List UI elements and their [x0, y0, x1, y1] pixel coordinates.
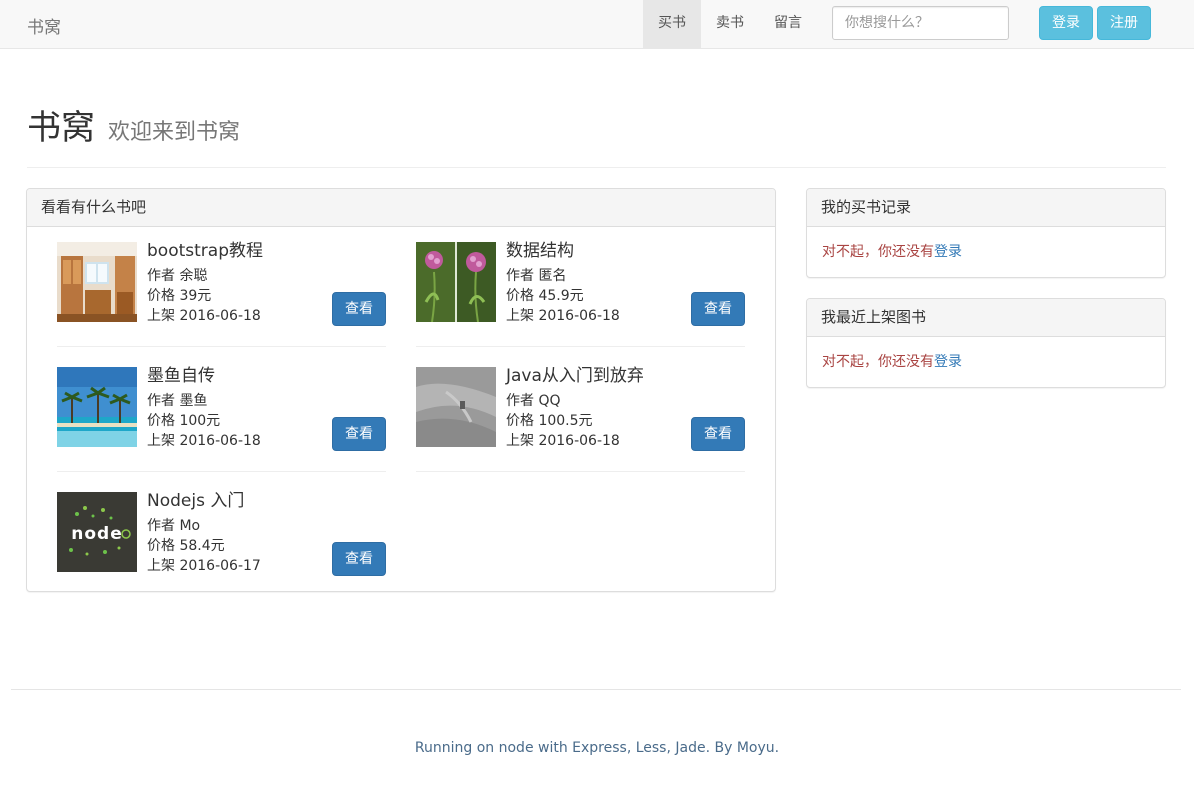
register-button[interactable]: 注册	[1097, 6, 1151, 40]
book-author: 作者 墨鱼	[147, 393, 208, 409]
purchase-records-heading: 我的买书记录	[807, 189, 1165, 227]
nav-item-buy[interactable]: 买书	[643, 0, 701, 48]
purchase-records-panel: 我的买书记录 对不起，你还没有登录	[806, 188, 1166, 278]
view-button[interactable]: 查看	[332, 417, 386, 451]
book-price: 价格 58.4元	[147, 538, 225, 554]
book-item: bootstrap教程 作者 余聪 价格 39元 上架 2016-06-18 查…	[57, 240, 386, 347]
book-item: Java从入门到放弃 作者 QQ 价格 100.5元 上架 2016-06-18…	[416, 365, 745, 472]
book-price: 价格 45.9元	[506, 288, 584, 304]
login-link[interactable]: 登录	[934, 354, 962, 370]
book-date: 上架 2016-06-18	[506, 433, 620, 449]
book-date: 上架 2016-06-18	[147, 433, 261, 449]
view-button[interactable]: 查看	[332, 292, 386, 326]
book-author: 作者 余聪	[147, 268, 208, 284]
login-link[interactable]: 登录	[934, 244, 962, 260]
books-panel: 看看有什么书吧 bootstrap教程 作者 余聪 价格 39元 上架 2016…	[26, 188, 776, 592]
footer-text: Running on node with Express, Less, Jade…	[414, 740, 780, 756]
book-price: 价格 39元	[147, 288, 212, 304]
book-thumbnail[interactable]	[416, 242, 496, 322]
nav-item-sell[interactable]: 卖书	[701, 0, 759, 48]
page-subtitle: 欢迎来到书窝	[108, 120, 241, 145]
book-price: 价格 100元	[147, 413, 221, 429]
recent-listings-panel: 我最近上架图书 对不起，你还没有登录	[806, 298, 1166, 388]
book-thumbnail[interactable]: node	[57, 492, 137, 572]
not-logged-in-text: 对不起，你还没有	[822, 244, 934, 260]
brand-logo[interactable]: 书窝	[27, 13, 61, 38]
recent-listings-message: 对不起，你还没有登录	[807, 337, 1165, 387]
book-title[interactable]: bootstrap教程	[147, 240, 263, 262]
book-item: node Nodejs 入门 作者 Mo 价格 58.4元 上架 2016-06…	[57, 490, 386, 597]
book-thumbnail[interactable]	[416, 367, 496, 447]
view-button[interactable]: 查看	[691, 417, 745, 451]
navbar: 书窝 买书 卖书 留言 登录 注册	[0, 0, 1194, 49]
book-author: 作者 Mo	[147, 518, 201, 534]
view-button[interactable]: 查看	[332, 542, 386, 576]
search-input[interactable]	[832, 6, 1009, 40]
book-date: 上架 2016-06-18	[147, 308, 261, 324]
footer-divider	[11, 689, 1181, 690]
book-thumbnail[interactable]	[57, 242, 137, 322]
book-item: 数据结构 作者 匿名 价格 45.9元 上架 2016-06-18 查看	[416, 240, 745, 347]
book-author: 作者 QQ	[506, 393, 561, 409]
not-logged-in-text: 对不起，你还没有	[822, 354, 934, 370]
login-button[interactable]: 登录	[1039, 6, 1093, 40]
book-date: 上架 2016-06-18	[506, 308, 620, 324]
book-thumbnail[interactable]	[57, 367, 137, 447]
view-button[interactable]: 查看	[691, 292, 745, 326]
recent-listings-heading: 我最近上架图书	[807, 299, 1165, 337]
book-title[interactable]: 数据结构	[506, 240, 574, 262]
svg-text:node: node	[71, 524, 122, 544]
book-item: 墨鱼自传 作者 墨鱼 价格 100元 上架 2016-06-18 查看	[57, 365, 386, 472]
book-title[interactable]: 墨鱼自传	[147, 365, 215, 387]
book-title[interactable]: Nodejs 入门	[147, 490, 244, 512]
nav-item-messages[interactable]: 留言	[759, 0, 817, 48]
page-title: 书窝	[27, 108, 95, 148]
page-header: 书窝 欢迎来到书窝	[27, 108, 1166, 168]
book-author: 作者 匿名	[506, 268, 567, 284]
book-date: 上架 2016-06-17	[147, 558, 261, 574]
books-panel-heading: 看看有什么书吧	[27, 189, 775, 227]
book-title[interactable]: Java从入门到放弃	[506, 365, 644, 387]
purchase-records-message: 对不起，你还没有登录	[807, 227, 1165, 277]
book-price: 价格 100.5元	[506, 413, 593, 429]
